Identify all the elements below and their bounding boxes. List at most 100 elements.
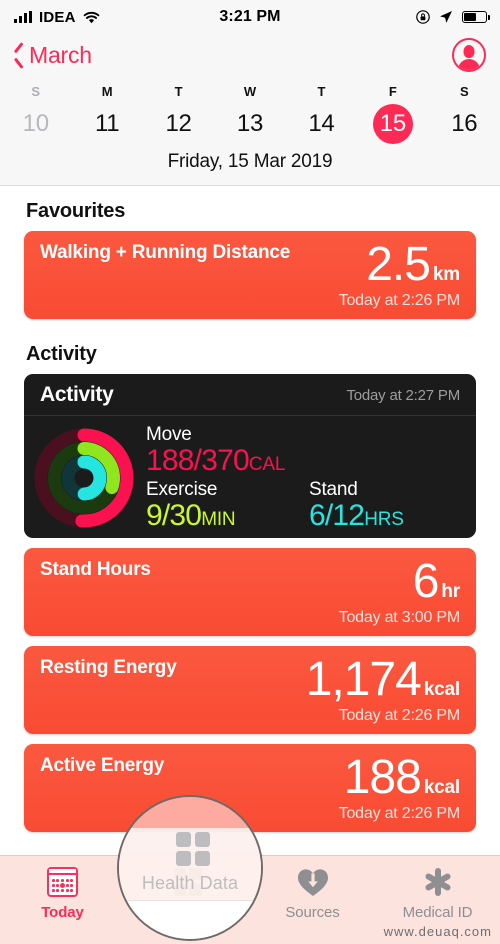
wifi-icon [83,11,100,24]
metric-card-active-energy[interactable]: Active Energy 188 kcal Today at 2:26 PM [24,744,476,832]
metric-card-unit: km [432,264,460,285]
back-button-label: March [29,41,92,68]
chevron-left-icon [14,46,25,65]
metric-card-value: 6 [412,555,440,608]
battery-icon [462,11,490,23]
metric-card-value: 2.5 [366,238,431,291]
tab-label: Sources [285,904,340,921]
app-screen: IDEA 3:21 PM March S M T W T F S 10 11 1… [0,0,500,944]
date-number: 14 [308,110,335,137]
metric-card-title: Active Energy [40,755,165,776]
date-cell-selected[interactable]: 15 [357,101,428,147]
activity-metric-unit: CAL [248,453,286,475]
calendar-strip: S M T W T F S 10 11 12 13 14 15 16 Frida… [0,76,500,186]
avatar-head [463,45,475,58]
metric-card-unit: hr [441,581,460,602]
metric-card-value: 188 [343,751,422,804]
date-cell[interactable]: 16 [429,101,500,147]
rotation-lock-icon [416,10,430,24]
date-number: 10 [22,110,49,137]
date-cell[interactable]: 10 [0,101,71,147]
date-number: 13 [236,110,264,137]
tab-sources[interactable]: Sources [250,856,375,944]
weekday-initial: T [317,84,326,99]
heart-download-icon [297,864,329,900]
date-cell[interactable]: 11 [71,101,142,147]
metric-card-title: Resting Energy [40,657,177,678]
date-number: 16 [451,110,478,137]
metric-card-walking-running-distance[interactable]: Walking + Running Distance 2.5 km Today … [24,231,476,319]
content-scroll-area[interactable]: Favourites Walking + Running Distance 2.… [0,186,500,832]
activity-card-title: Activity [40,383,114,406]
activity-card-header: Activity Today at 2:27 PM [24,374,476,416]
metric-card-stand-hours[interactable]: Stand Hours 6 hr Today at 3:00 PM [24,548,476,636]
activity-metric-label: Move [146,424,192,445]
date-cell[interactable]: 12 [143,101,214,147]
activity-card-timestamp: Today at 2:27 PM [346,386,460,404]
weekday-initial: M [101,84,113,99]
weekday-initials-row: S M T W T F S [0,80,500,101]
watermark: www.deuaq.com [383,924,492,939]
back-button[interactable]: March [14,42,92,69]
section-header-favourites: Favourites [26,200,126,222]
carrier-label: IDEA [39,8,76,26]
cellular-signal-icon [14,11,32,23]
metric-card-unit: kcal [423,777,460,798]
metric-card-value-group: 6 hr [412,554,461,609]
metric-card-value-group: 188 kcal [344,750,460,805]
tab-today[interactable]: Today [0,856,125,944]
activity-card-body: Move 188/370CAL Exercise 9/30MIN Stand 6… [24,416,476,532]
weekday-initial: W [243,84,257,99]
metric-card-value: 1,174 [305,653,422,706]
weekday-initial: S [459,84,469,99]
activity-rings-icon [24,424,144,532]
metric-card-unit: kcal [423,679,460,700]
status-bar-left: IDEA [14,9,100,26]
date-number: 11 [94,110,120,137]
activity-metric-value-group: 9/30MIN [146,499,309,533]
activity-metric-value: 188/370 [146,443,250,477]
date-number: 12 [165,110,192,137]
date-cell[interactable]: 14 [286,101,357,147]
calendar-icon [47,864,78,900]
activity-metric-value-group: 188/370CAL [146,443,476,477]
date-row: 10 11 12 13 14 15 16 [0,101,500,147]
avatar-body [458,59,480,70]
activity-metrics-row: Exercise 9/30MIN Stand 6/12HRS [146,479,476,531]
status-bar: IDEA 3:21 PM [0,0,500,34]
asterisk-icon [423,864,452,900]
weekday-initial: F [388,84,397,99]
metric-card-value-group: 2.5 km [366,237,460,292]
metric-card-title: Stand Hours [40,559,151,580]
activity-metric-stand: Stand 6/12HRS [309,479,472,531]
grid-squares-icon [173,864,202,900]
location-arrow-icon [439,10,453,24]
activity-metric-value: 6/12 [309,499,365,533]
activity-metric-move: Move 188/370CAL [146,424,476,476]
metric-card-title: Walking + Running Distance [40,242,291,263]
tab-label: Health Data [148,904,227,921]
date-number: 15 [372,104,413,144]
metric-card-timestamp: Today at 2:26 PM [338,292,461,309]
metric-card-timestamp: Today at 2:26 PM [338,707,461,724]
metric-card-resting-energy[interactable]: Resting Energy 1,174 kcal Today at 2:26 … [24,646,476,734]
weekday-initial: T [174,84,183,99]
weekday-initial: S [31,84,41,99]
activity-metrics: Move 188/370CAL Exercise 9/30MIN Stand 6… [144,424,476,532]
status-bar-right [416,0,490,34]
profile-avatar-icon[interactable] [452,38,486,72]
tab-health-data[interactable]: Health Data [125,856,250,944]
date-cell[interactable]: 13 [214,101,285,147]
activity-metric-value: 9/30 [146,499,202,533]
activity-summary-card[interactable]: Activity Today at 2:27 PM Move 188/370CA… [24,374,476,538]
metric-card-timestamp: Today at 2:26 PM [338,805,461,822]
activity-metric-value-group: 6/12HRS [309,499,472,533]
activity-metric-label: Stand [309,479,358,501]
metric-card-value-group: 1,174 kcal [305,652,461,707]
selected-date-label: Friday, 15 Mar 2019 [167,151,333,172]
navigation-bar: March [0,34,500,76]
tab-label: Today [41,904,84,921]
tab-label: Medical ID [402,904,473,921]
activity-metric-unit: HRS [364,509,404,531]
metric-card-timestamp: Today at 3:00 PM [338,609,461,626]
